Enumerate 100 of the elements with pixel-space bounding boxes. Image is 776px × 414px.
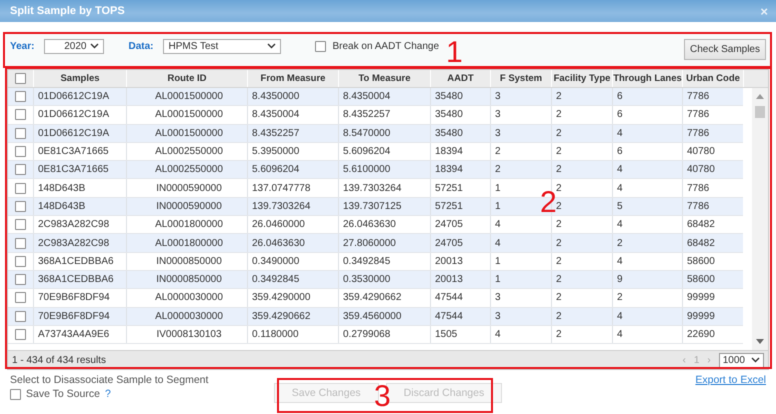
table-cell: 139.7303264 [338, 179, 430, 197]
table-cell: 68482 [682, 216, 743, 234]
row-checkbox[interactable] [15, 274, 26, 286]
table-cell: 4 [612, 179, 682, 197]
table-cell: IN0000850000 [126, 270, 247, 288]
row-checkbox[interactable] [15, 200, 26, 212]
year-dropdown[interactable]: 2020 [44, 38, 104, 54]
table-cell: 0.2799068 [338, 326, 430, 344]
table-cell: 359.4290662 [338, 289, 430, 307]
table-cell: 26.0463630 [247, 234, 338, 252]
table-cell: 0.1180000 [247, 326, 338, 344]
help-link[interactable]: ? [104, 388, 111, 400]
column-header[interactable]: Samples [33, 70, 126, 87]
column-header[interactable]: Urban Code [682, 70, 743, 87]
table-cell: 4 [612, 124, 682, 142]
column-header[interactable]: To Measure [338, 70, 430, 87]
row-checkbox[interactable] [15, 329, 26, 340]
table-cell: 20013 [430, 252, 490, 270]
table-cell: 5.6096204 [247, 161, 338, 178]
checkbox[interactable] [315, 40, 326, 52]
check-samples-button[interactable]: Check Samples [684, 38, 766, 60]
table-cell: 0.3490000 [247, 252, 338, 270]
checkbox-label: Break on AADT Change [332, 40, 440, 52]
row-checkbox[interactable] [15, 109, 26, 120]
table-cell: 6 [612, 88, 682, 106]
row-checkbox[interactable] [15, 164, 26, 176]
select-all-checkbox[interactable] [15, 73, 26, 84]
table-cell: 57251 [430, 198, 490, 216]
checkbox[interactable] [10, 388, 21, 400]
column-header[interactable]: F System [490, 70, 551, 87]
table-cell: 4 [490, 234, 551, 252]
page-size-dropdown[interactable]: 1000 [718, 352, 764, 368]
row-checkbox[interactable] [15, 292, 26, 304]
row-checkbox[interactable] [15, 128, 26, 139]
table-cell: 4 [612, 161, 682, 178]
row-checkbox[interactable] [15, 182, 26, 194]
row-checkbox[interactable] [15, 219, 26, 230]
table-cell: 148D643B [33, 198, 126, 216]
scroll-down-icon[interactable] [756, 339, 764, 344]
table-cell: 22690 [682, 326, 743, 344]
column-header[interactable]: From Measure [247, 70, 338, 87]
table-cell: AL0002550000 [126, 142, 247, 160]
table-cell: IV0008130103 [126, 326, 247, 344]
table-cell: 01D06612C19A [33, 88, 126, 106]
table-cell: 8.5470000 [338, 124, 430, 142]
table-cell: 139.7303264 [247, 198, 338, 216]
table-cell: AL0002550000 [126, 161, 247, 178]
row-checkbox[interactable] [15, 256, 26, 267]
table-cell: 20013 [430, 270, 490, 288]
export-link[interactable]: Export to Excel [695, 374, 766, 386]
table-cell: 47544 [430, 308, 490, 325]
table-cell: 7786 [682, 124, 743, 142]
table-cell: AL0000030000 [126, 308, 247, 325]
hint-text: Select to Disassociate Sample to Segment [10, 374, 210, 386]
checkbox-label: Save To Source [26, 388, 100, 400]
column-header[interactable]: Facility Type [551, 70, 612, 87]
data-dropdown[interactable]: HPMS Test [163, 38, 282, 54]
scrollbar-thumb[interactable] [755, 106, 765, 118]
year-label: Year: [10, 40, 34, 52]
table-cell: 35480 [430, 124, 490, 142]
table-cell: 9 [612, 270, 682, 288]
table-cell: 2C983A282C98 [33, 234, 126, 252]
column-header[interactable]: Through Lanes [612, 70, 682, 87]
table-cell: 24705 [430, 216, 490, 234]
column-header[interactable]: Route ID [126, 70, 247, 87]
row-checkbox[interactable] [15, 310, 26, 322]
table-cell: 8.4350000 [247, 88, 338, 106]
table-cell: 27.8060000 [338, 234, 430, 252]
table-cell: 0.3492845 [247, 270, 338, 288]
table-cell: 359.4290662 [247, 308, 338, 325]
table-cell: 01D06612C19A [33, 106, 126, 124]
scroll-up-icon[interactable] [756, 94, 764, 99]
table-cell: 8.4350004 [338, 88, 430, 106]
row-checkbox[interactable] [15, 91, 26, 102]
table-cell: 148D643B [33, 179, 126, 197]
row-checkbox[interactable] [15, 238, 26, 249]
table-cell: AL0000030000 [126, 289, 247, 307]
table-cell: 2 [551, 106, 612, 124]
table-cell: 2 [551, 161, 612, 178]
table-cell: 2 [551, 289, 612, 307]
table-cell: 58600 [682, 270, 743, 288]
table-cell: 2 [551, 308, 612, 325]
table-cell: 137.0747778 [247, 179, 338, 197]
table-cell: 2 [551, 216, 612, 234]
table-cell: 359.4290000 [247, 289, 338, 307]
table-cell: 2 [551, 88, 612, 106]
table-cell: 35480 [430, 106, 490, 124]
table-cell: 0.3492845 [338, 252, 430, 270]
table-cell: 3 [490, 88, 551, 106]
table-cell: 2C983A282C98 [33, 216, 126, 234]
table-cell: 70E9B6F8DF94 [33, 289, 126, 307]
column-header[interactable]: AADT [430, 70, 490, 87]
table-cell: 8.4352257 [247, 124, 338, 142]
table-cell: AL0001500000 [126, 88, 247, 106]
table-cell: 3 [490, 106, 551, 124]
table-cell: 0E81C3A71665 [33, 142, 126, 160]
table-cell: 58600 [682, 252, 743, 270]
table-cell: 01D06612C19A [33, 124, 126, 142]
row-checkbox[interactable] [15, 146, 26, 158]
table-cell: 2 [551, 326, 612, 344]
